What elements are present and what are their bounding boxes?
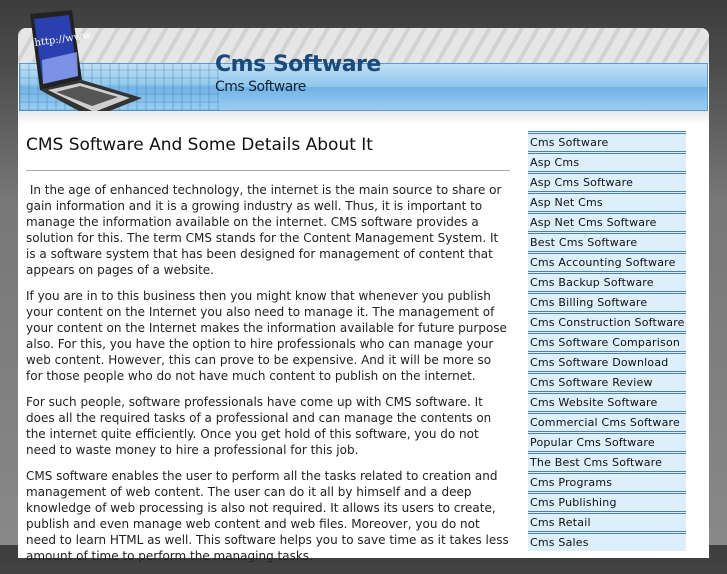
sidebar-link[interactable]: Cms Accounting Software [528, 251, 686, 271]
article-paragraph: CMS software enables the user to perform… [26, 469, 509, 563]
sidebar-link[interactable]: The Best Cms Software [528, 451, 686, 471]
sidebar-link[interactable]: Asp Cms [528, 151, 686, 171]
sidebar-link[interactable]: Cms Software Review [528, 371, 686, 391]
sidebar-link[interactable]: Asp Cms Software [528, 171, 686, 191]
sidebar-link[interactable]: Cms Backup Software [528, 271, 686, 291]
sidebar-link[interactable]: Cms Sales [528, 531, 686, 551]
laptop-logo-icon: http://www [30, 10, 142, 118]
sidebar-link[interactable]: Cms Software [528, 131, 686, 151]
sidebar-link[interactable]: Asp Net Cms [528, 191, 686, 211]
sidebar-link[interactable]: Cms Construction Software [528, 311, 686, 331]
article: CMS Software And Some Details About It I… [26, 133, 510, 574]
article-paragraph: In the age of enhanced technology, the i… [26, 183, 506, 277]
sidebar-link[interactable]: Cms Publishing [528, 491, 686, 511]
sidebar-link[interactable]: Cms Programs [528, 471, 686, 491]
article-title: CMS Software And Some Details About It [26, 135, 373, 155]
site-subtitle: Cms Software [215, 79, 306, 95]
site-title[interactable]: Cms Software [215, 52, 381, 77]
article-paragraph: For such people, software professionals … [26, 395, 492, 457]
sidebar-link[interactable]: Cms Software Comparison [528, 331, 686, 351]
sidebar-link[interactable]: Cms Software Download [528, 351, 686, 371]
sidebar-link[interactable]: Cms Billing Software [528, 291, 686, 311]
header-shadow [18, 111, 709, 125]
sidebar-link[interactable]: Best Cms Software [528, 231, 686, 251]
sidebar-nav: Cms Software Asp Cms Asp Cms Software Asp N… [528, 131, 686, 551]
article-paragraph: If you are in to this business then you … [26, 289, 507, 383]
sidebar-link[interactable]: Popular Cms Software [528, 431, 686, 451]
sidebar-link[interactable]: Cms Website Software [528, 391, 686, 411]
divider [26, 170, 510, 171]
sidebar-link[interactable]: Cms Retail [528, 511, 686, 531]
sidebar-link[interactable]: Asp Net Cms Software [528, 211, 686, 231]
sidebar-link[interactable]: Commercial Cms Software [528, 411, 686, 431]
